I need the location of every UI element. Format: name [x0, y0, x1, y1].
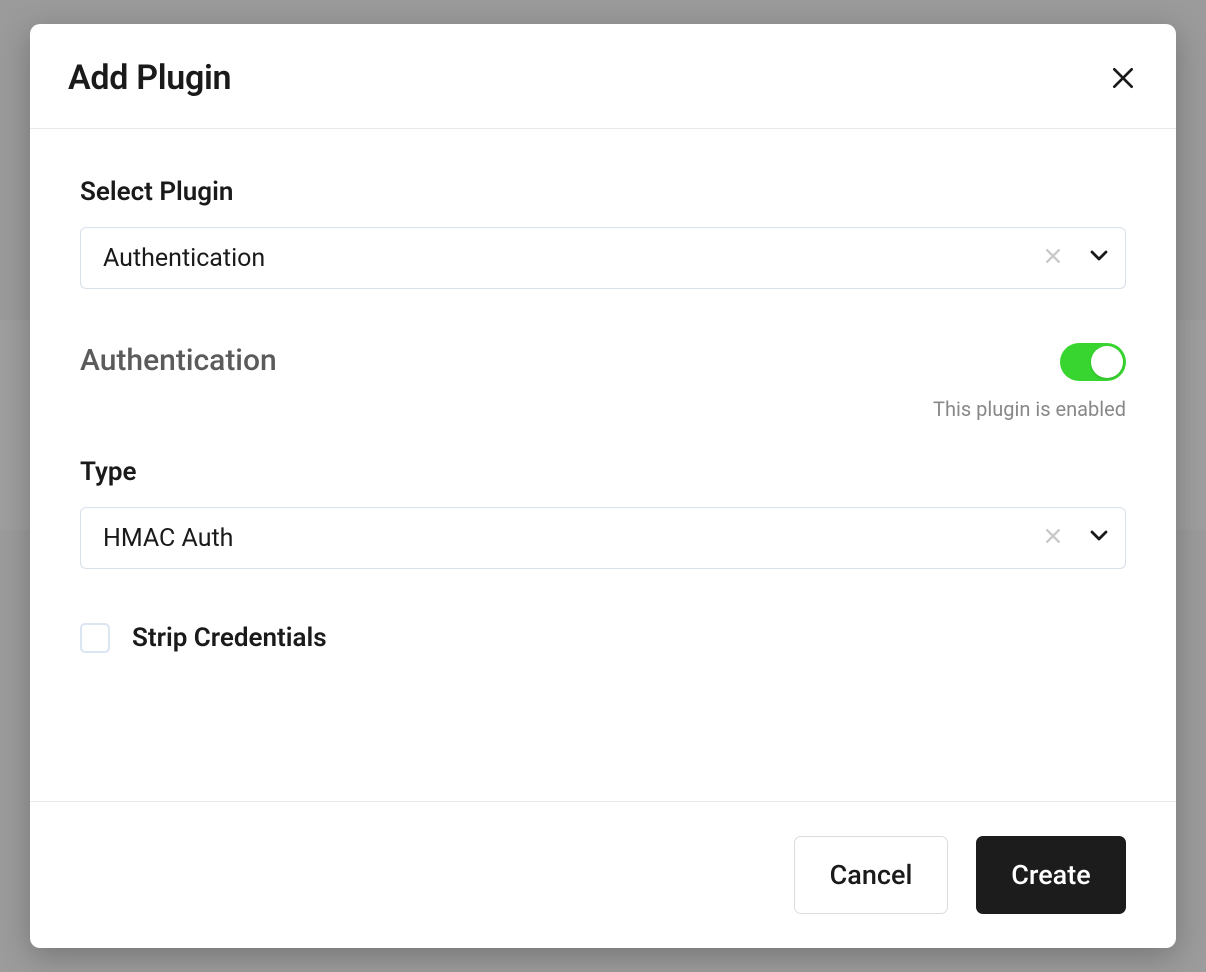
plugin-enabled-toggle[interactable] [1060, 343, 1126, 381]
modal-title: Add Plugin [68, 58, 231, 98]
x-icon [1043, 246, 1063, 266]
toggle-column: This plugin is enabled [933, 343, 1126, 421]
strip-credentials-row: Strip Credentials [80, 623, 1126, 653]
close-button[interactable] [1108, 63, 1138, 93]
type-label: Type [80, 457, 1126, 487]
modal-body: Select Plugin Authentication Authenticat… [30, 129, 1176, 801]
x-icon [1043, 526, 1063, 546]
auth-section-row: Authentication This plugin is enabled [80, 343, 1126, 421]
add-plugin-modal: Add Plugin Select Plugin Authentication [30, 24, 1176, 948]
modal-header: Add Plugin [30, 24, 1176, 129]
select-plugin-value: Authentication [103, 244, 1043, 273]
toggle-knob [1091, 346, 1123, 378]
select-plugin-icons [1043, 243, 1111, 274]
clear-type-button[interactable] [1043, 524, 1063, 553]
strip-credentials-label: Strip Credentials [132, 623, 327, 653]
cancel-button[interactable]: Cancel [794, 836, 948, 914]
type-value: HMAC Auth [103, 524, 1043, 553]
chevron-down-icon [1087, 243, 1111, 267]
plugin-enabled-caption: This plugin is enabled [933, 397, 1126, 421]
select-plugin-label: Select Plugin [80, 177, 1126, 207]
chevron-down-icon [1087, 523, 1111, 547]
create-button[interactable]: Create [976, 836, 1126, 914]
dropdown-toggle[interactable] [1087, 243, 1111, 274]
select-plugin-dropdown[interactable]: Authentication [80, 227, 1126, 289]
modal-footer: Cancel Create [30, 801, 1176, 948]
type-dropdown-toggle[interactable] [1087, 523, 1111, 554]
strip-credentials-checkbox[interactable] [80, 623, 110, 653]
type-dropdown-icons [1043, 523, 1111, 554]
close-icon [1110, 65, 1136, 91]
type-section: Type HMAC Auth [80, 457, 1126, 569]
auth-section-title: Authentication [80, 343, 277, 378]
clear-selection-button[interactable] [1043, 244, 1063, 273]
type-dropdown[interactable]: HMAC Auth [80, 507, 1126, 569]
